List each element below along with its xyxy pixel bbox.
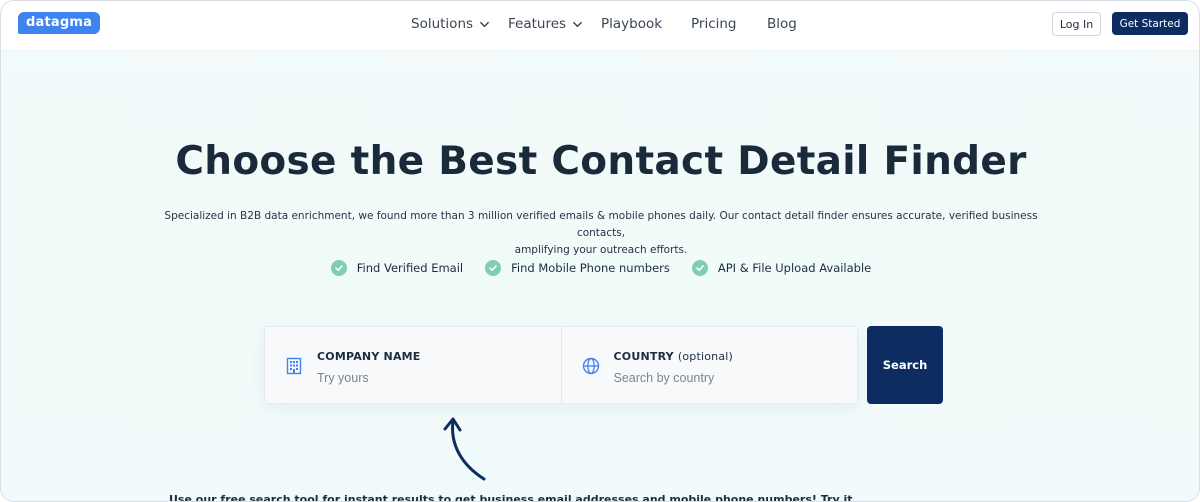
feature-list: Find Verified Email Find Mobile Phone nu… — [1, 260, 1199, 276]
search-form: COMPANY NAME COUNTRY (optional) — [264, 326, 858, 404]
nav-features-label: Features — [508, 16, 567, 32]
nav-features[interactable]: Features — [508, 16, 583, 32]
nav-pricing[interactable]: Pricing — [691, 16, 737, 32]
check-circle-icon — [485, 260, 502, 276]
feature-item: Find Verified Email — [330, 260, 464, 276]
country-input[interactable] — [613, 369, 834, 387]
globe-icon — [582, 357, 599, 375]
nav-pricing-label: Pricing — [691, 16, 737, 32]
check-circle-icon — [691, 260, 708, 276]
check-circle-icon — [330, 260, 347, 276]
country-label-text: COUNTRY — [613, 350, 674, 363]
hero-subtitle-line2: amplifying your outreach efforts. — [514, 244, 688, 256]
nav-solutions-label: Solutions — [411, 16, 474, 32]
search-tool-description: Use our free search tool for instant res… — [169, 493, 853, 502]
building-icon — [286, 357, 302, 375]
nav-solutions[interactable]: Solutions — [411, 16, 490, 32]
nav-blog-label: Blog — [767, 16, 797, 32]
company-field[interactable]: COMPANY NAME — [265, 327, 561, 403]
company-input[interactable] — [317, 369, 537, 387]
country-field-label: COUNTRY (optional) — [614, 350, 734, 363]
nav-playbook-label: Playbook — [601, 16, 663, 32]
nav-playbook[interactable]: Playbook — [601, 16, 662, 32]
hero-subtitle-line1: Specialized in B2B data enrichment, we f… — [164, 210, 1038, 239]
chevron-down-icon — [480, 21, 489, 27]
curved-arrow-icon — [443, 417, 486, 481]
feature-label: Find Verified Email — [356, 261, 464, 275]
page-frame: datagma Solutions Features Playbook Pric… — [0, 0, 1200, 502]
feature-label: Find Mobile Phone numbers — [511, 261, 670, 275]
get-started-button[interactable]: Get Started — [1112, 12, 1188, 35]
search-button[interactable]: Search — [867, 326, 943, 404]
feature-item: Find Mobile Phone numbers — [485, 260, 670, 276]
feature-label: API & File Upload Available — [717, 261, 872, 275]
login-button[interactable]: Log In — [1052, 12, 1101, 36]
site-header: datagma Solutions Features Playbook Pric… — [1, 1, 1199, 51]
feature-item: API & File Upload Available — [691, 260, 872, 276]
country-label-optional: (optional) — [677, 350, 734, 363]
company-field-label: COMPANY NAME — [317, 350, 421, 363]
main-nav: Solutions Features Playbook Pricing Blog — [1, 1, 1199, 51]
nav-blog[interactable]: Blog — [767, 16, 797, 32]
chevron-down-icon — [573, 21, 582, 27]
page-title: Choose the Best Contact Detail Finder — [175, 139, 1027, 184]
hero-subtitle: Specialized in B2B data enrichment, we f… — [161, 208, 1041, 259]
country-field[interactable]: COUNTRY (optional) — [560, 327, 857, 403]
